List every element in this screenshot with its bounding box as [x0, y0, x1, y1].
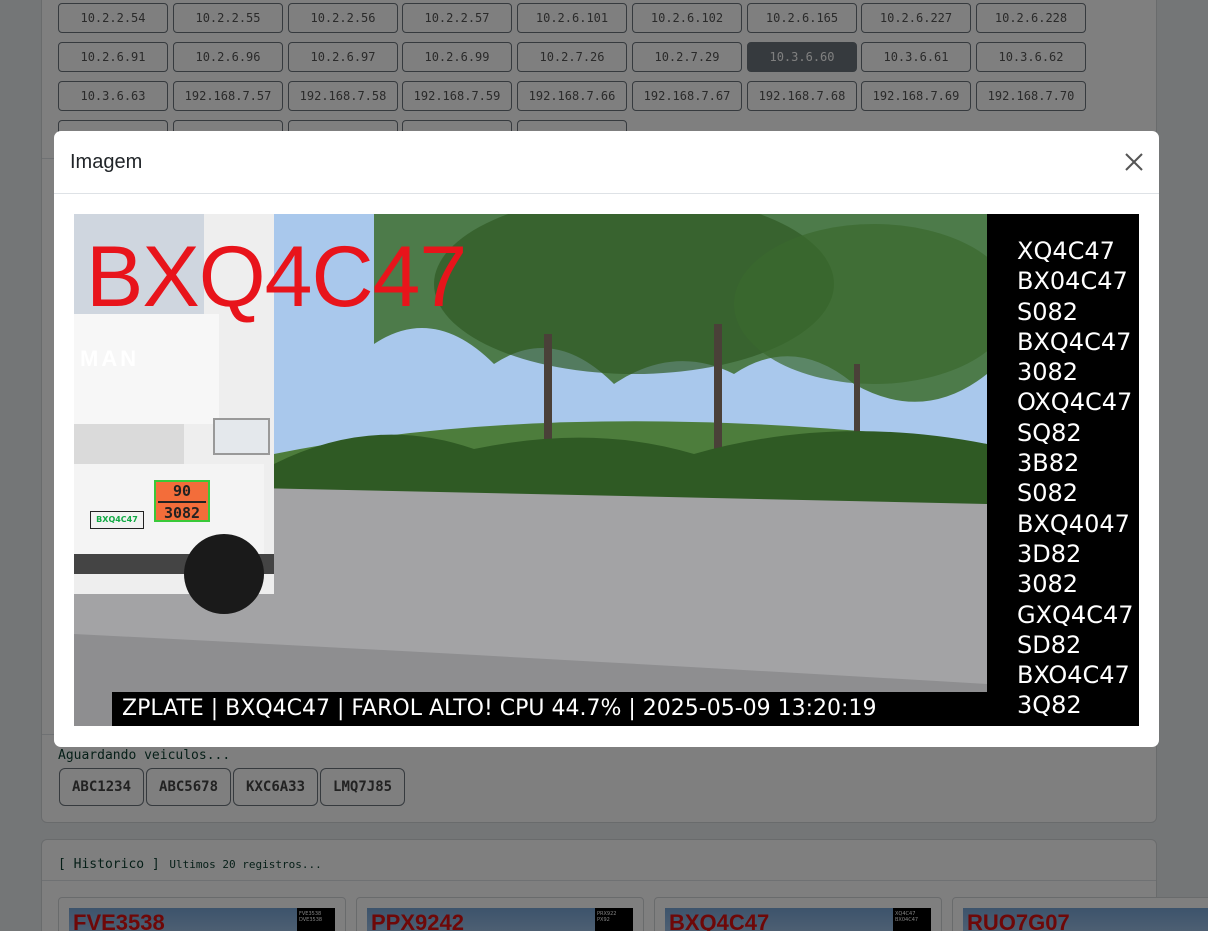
plate-candidate: SD82 [1017, 630, 1082, 659]
plate-candidate: SQ82 [1017, 418, 1082, 447]
detected-plate-overlay: BXQ4C47 [86, 229, 467, 325]
close-button[interactable] [1119, 147, 1149, 177]
plate-candidate: S082 [1017, 297, 1079, 326]
hazard-placard: 90 3082 [154, 480, 210, 522]
hazard-divider [158, 501, 206, 503]
modal-header: Imagem [54, 131, 1159, 194]
plate-candidate: GXQ4C47 [1017, 600, 1134, 629]
hazard-number-bottom: 3082 [163, 504, 201, 522]
plate-candidate: 3Q82 [1017, 691, 1082, 720]
plate-candidate: BXQ4C47 [1017, 327, 1132, 356]
plate-candidate: BXO4C47 [1017, 661, 1130, 690]
plate-candidate: 3082 [1017, 570, 1079, 599]
plate-candidates-list: XQ4C47 BX04C47 S082 BXQ4C47 3082 OXQ4C47 SQ82 3… [987, 214, 1139, 726]
plate-candidate: XQ4C47 [1017, 237, 1115, 265]
camera-status-bar: ZPLATE | BXQ4C47 | FAROL ALTO! CPU 44.7%… [112, 692, 987, 726]
vehicle-license-plate: BXQ4C47 [90, 511, 144, 529]
plate-candidate: BX04C47 [1017, 267, 1128, 296]
plate-candidate: 3D82 [1017, 539, 1082, 568]
plate-candidate: S082 [1017, 479, 1079, 508]
plate-candidate: BXQ4047 [1017, 509, 1130, 538]
plate-candidate: 3B82 [1017, 449, 1080, 478]
truck-logo: MAN [80, 346, 140, 371]
camera-image: MAN BXQ4C47 90 3082 BXQ4C47 XQ4C47 BX04C4… [74, 214, 1139, 726]
plate-candidate: OXQ4C47 [1017, 388, 1133, 417]
modal-title: Imagem [70, 151, 143, 173]
image-modal: Imagem MAN BXQ4C47 90 3082 BXQ4C47 XQ4C4… [54, 131, 1159, 747]
plate-candidate: 3082 [1017, 358, 1079, 387]
hazard-number-top: 90 [172, 482, 192, 500]
close-icon [1125, 153, 1143, 171]
